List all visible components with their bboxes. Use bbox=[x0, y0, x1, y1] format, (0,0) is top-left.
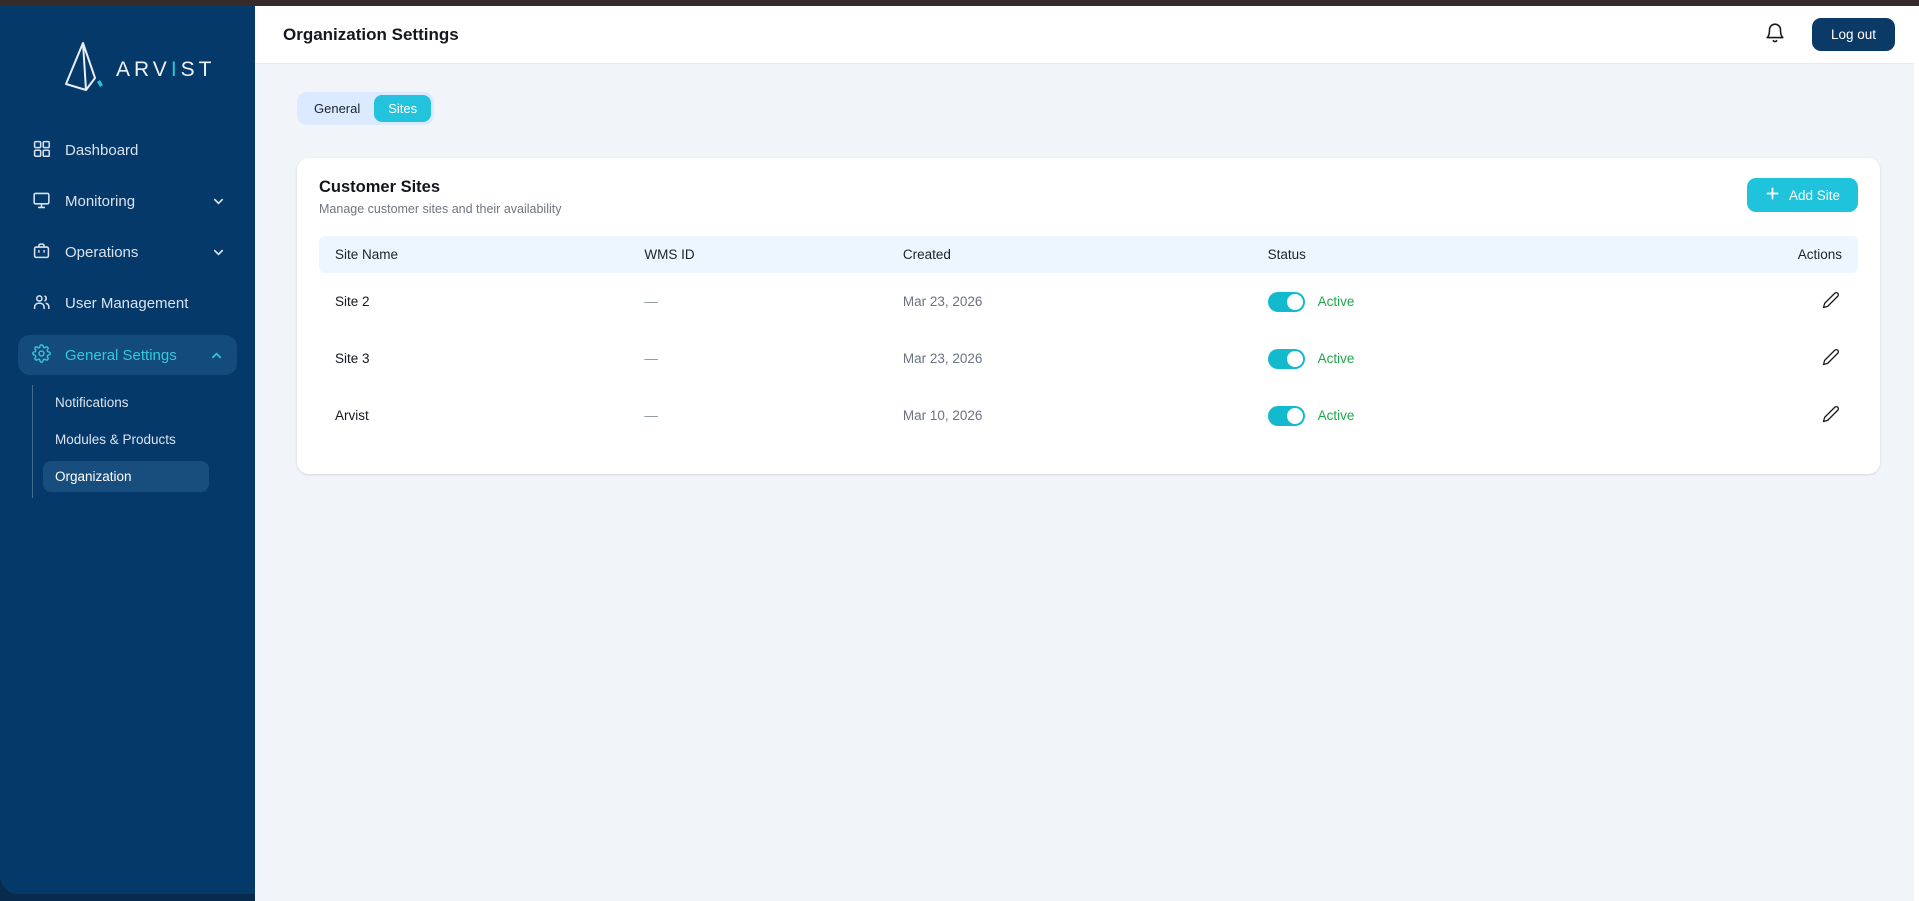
created-cell: Mar 10, 2026 bbox=[902, 408, 983, 423]
sidebar-item-label: General Settings bbox=[65, 346, 177, 364]
table-row: Arvist — Mar 10, 2026 Active bbox=[319, 387, 1858, 444]
edit-site-button[interactable] bbox=[1820, 348, 1842, 369]
scrollbar-track[interactable] bbox=[1914, 6, 1919, 901]
settings-tabs: General Sites bbox=[297, 92, 435, 125]
sidebar: ARVIST Dashboard Monitoring Operations U… bbox=[0, 6, 255, 894]
briefcase-icon bbox=[32, 241, 51, 264]
table-header-row: Site Name WMS ID Created Status Actions bbox=[319, 236, 1858, 273]
sidebar-item-dashboard[interactable]: Dashboard bbox=[0, 125, 255, 176]
brand-name: ARVIST bbox=[116, 57, 216, 81]
tab-general[interactable]: General bbox=[300, 95, 374, 122]
card-title: Customer Sites bbox=[319, 178, 441, 196]
monitor-icon bbox=[32, 190, 51, 213]
created-cell: Mar 23, 2026 bbox=[902, 351, 983, 366]
pencil-icon bbox=[1822, 406, 1840, 426]
notifications-bell-button[interactable] bbox=[1764, 22, 1786, 47]
status-badge: Active bbox=[1317, 408, 1355, 423]
sidebar-item-monitoring[interactable]: Monitoring bbox=[0, 176, 255, 227]
main-area: Organization Settings Log out General Si… bbox=[255, 6, 1919, 901]
window-top-strip bbox=[0, 0, 1919, 6]
card-subtitle: Manage customer sites and their availabi… bbox=[319, 202, 562, 216]
arvist-pyramid-icon bbox=[60, 40, 106, 99]
sidebar-item-label: Operations bbox=[65, 244, 139, 261]
wms-id-cell: — bbox=[644, 408, 658, 423]
sidebar-item-general-settings[interactable]: General Settings bbox=[18, 335, 237, 375]
col-wms-id: WMS ID bbox=[628, 236, 887, 273]
status-badge: Active bbox=[1317, 294, 1355, 309]
grid-icon bbox=[32, 139, 51, 162]
bell-icon bbox=[1764, 22, 1786, 47]
sidebar-subitem-modules-products[interactable]: Modules & Products bbox=[43, 424, 209, 455]
col-actions: Actions bbox=[1774, 236, 1858, 273]
wms-id-cell: — bbox=[644, 294, 658, 309]
page-title: Organization Settings bbox=[283, 24, 459, 44]
table-row: Site 2 — Mar 23, 2026 Active bbox=[319, 273, 1858, 330]
pencil-icon bbox=[1822, 349, 1840, 369]
sidebar-item-label: User Management bbox=[65, 295, 189, 312]
page-header: Organization Settings Log out bbox=[255, 6, 1919, 64]
status-toggle[interactable] bbox=[1267, 291, 1305, 312]
created-cell: Mar 23, 2026 bbox=[902, 294, 983, 309]
chevron-down-icon bbox=[212, 195, 225, 208]
site-name-cell: Arvist bbox=[335, 408, 369, 423]
content-area: General Sites Customer Sites Manage cust… bbox=[255, 64, 1919, 474]
col-status: Status bbox=[1251, 236, 1775, 273]
plus-icon bbox=[1765, 186, 1780, 204]
edit-site-button[interactable] bbox=[1820, 405, 1842, 426]
logout-button[interactable]: Log out bbox=[1811, 18, 1895, 51]
sidebar-item-label: Dashboard bbox=[65, 142, 139, 159]
table-row: Site 3 — Mar 23, 2026 Active bbox=[319, 330, 1858, 387]
wms-id-cell: — bbox=[644, 351, 658, 366]
sidebar-subitem-organization[interactable]: Organization bbox=[43, 461, 209, 492]
add-site-button[interactable]: Add Site bbox=[1746, 178, 1858, 212]
status-toggle[interactable] bbox=[1267, 348, 1305, 369]
site-name-cell: Site 2 bbox=[335, 294, 370, 309]
brand-logo: ARVIST bbox=[0, 6, 255, 125]
status-toggle[interactable] bbox=[1267, 405, 1305, 426]
chevron-up-icon bbox=[210, 349, 223, 362]
chevron-down-icon bbox=[212, 246, 225, 259]
add-site-label: Add Site bbox=[1788, 187, 1840, 203]
users-icon bbox=[32, 292, 51, 315]
tab-sites[interactable]: Sites bbox=[374, 95, 432, 122]
sidebar-item-operations[interactable]: Operations bbox=[0, 227, 255, 278]
sidebar-subitem-notifications[interactable]: Notifications bbox=[43, 387, 209, 418]
col-site-name: Site Name bbox=[319, 236, 629, 273]
pencil-icon bbox=[1822, 292, 1840, 312]
edit-site-button[interactable] bbox=[1820, 291, 1842, 312]
sidebar-item-label: Monitoring bbox=[65, 193, 136, 210]
general-settings-submenu: Notifications Modules & Products Organiz… bbox=[32, 385, 255, 498]
site-name-cell: Site 3 bbox=[335, 351, 370, 366]
status-badge: Active bbox=[1317, 351, 1355, 366]
gear-icon bbox=[32, 343, 51, 367]
sites-table: Site Name WMS ID Created Status Actions … bbox=[319, 236, 1858, 444]
col-created: Created bbox=[886, 236, 1252, 273]
customer-sites-card: Customer Sites Manage customer sites and… bbox=[297, 158, 1880, 474]
sidebar-item-user-management[interactable]: User Management bbox=[0, 278, 255, 329]
